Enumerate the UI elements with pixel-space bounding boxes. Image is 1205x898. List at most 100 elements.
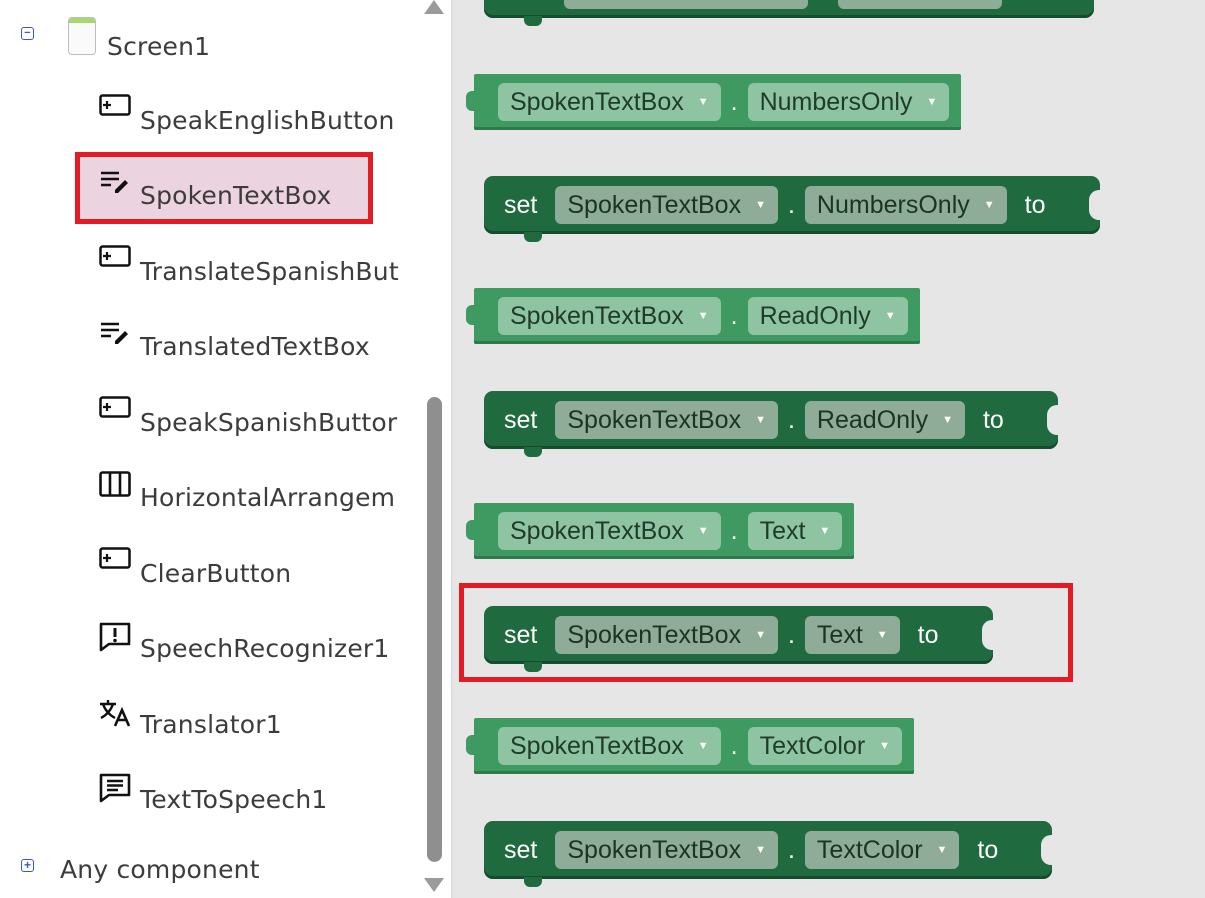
to-keyword: to [1024, 190, 1046, 219]
property-name: ReadOnly [759, 301, 871, 330]
getter-block-textcolor[interactable]: SpokenTextBox ▼ . TextColor ▼ [465, 718, 915, 774]
dot-separator: . [730, 87, 738, 116]
translator-icon [98, 698, 132, 728]
set-keyword: set [504, 190, 538, 219]
tree-item-clearbutton[interactable]: ClearButton [98, 547, 292, 589]
property-name: NumbersOnly [816, 190, 970, 219]
setter-block-numbersonly[interactable]: set SpokenTextBox ▼ . NumbersOnly ▼ to [484, 176, 1101, 242]
property-dropdown[interactable]: ReadOnly ▼ [747, 297, 908, 335]
button-icon [98, 94, 132, 124]
dot-separator: . [787, 405, 795, 434]
scrollbar-thumb[interactable] [427, 397, 442, 862]
component-name: SpokenTextBox [567, 190, 742, 219]
set-keyword: set [504, 835, 538, 864]
component-dropdown[interactable]: SpokenTextBox ▼ [498, 727, 721, 765]
component-dropdown[interactable]: SpokenTextBox ▼ [498, 512, 721, 550]
textbox-icon [98, 320, 132, 350]
tree-item-label: Screen1 [107, 32, 211, 61]
component-dropdown[interactable]: SpokenTextBox ▼ [498, 297, 721, 335]
tree-item-translatespanishbutton[interactable]: TranslateSpanishBut [98, 245, 399, 287]
screen-icon [68, 17, 96, 55]
tree-item-speakenglishbutton[interactable]: SpeakEnglishButton [98, 94, 395, 136]
component-dropdown[interactable]: SpokenTextBox ▼ [498, 83, 721, 121]
dropdown-caret-icon: ▼ [697, 740, 709, 752]
dot-separator: . [787, 835, 795, 864]
tree-item-translatedtextbox[interactable]: TranslatedTextBox [98, 322, 370, 362]
property-name: Text [759, 516, 806, 545]
component-name: SpokenTextBox [567, 835, 742, 864]
dropdown-caret-icon: ▼ [755, 199, 766, 211]
dropdown-caret-icon: ▼ [983, 199, 995, 211]
property-dropdown[interactable]: Text ▼ [747, 512, 843, 550]
set-keyword: set [504, 405, 538, 434]
partial-block-top[interactable] [484, 0, 1094, 26]
getter-block-readonly[interactable]: SpokenTextBox ▼ . ReadOnly ▼ [466, 288, 920, 344]
blocks-workspace[interactable]: SpokenTextBox ▼ . NumbersOnly ▼ set Spoken… [452, 0, 1205, 898]
dropdown-caret-icon: ▼ [942, 414, 953, 426]
button-icon [98, 245, 132, 275]
component-tree-panel: − Screen1 SpeakEnglishButton SpokenTextB… [0, 0, 452, 898]
tree-item-spokentextbox[interactable]: SpokenTextBox [98, 171, 332, 211]
tree-item-label: SpokenTextBox [140, 181, 332, 210]
property-name: TextColor [759, 731, 866, 760]
tree-item-label: TranslatedTextBox [140, 332, 370, 361]
dropdown-caret-icon: ▼ [819, 525, 831, 537]
property-dropdown[interactable]: TextColor ▼ [804, 831, 960, 869]
component-name: SpokenTextBox [510, 516, 684, 545]
partial-block-pill [838, 0, 1002, 9]
dropdown-caret-icon: ▼ [697, 310, 709, 322]
dot-separator: . [730, 516, 738, 545]
dropdown-caret-icon: ▼ [884, 310, 896, 322]
tree-item-label: TextToSpeech1 [140, 785, 328, 814]
input-socket [1046, 405, 1059, 435]
text-to-speech-icon [98, 773, 132, 803]
tree-item-texttospeech1[interactable]: TextToSpeech1 [98, 773, 328, 815]
tree-item-any-component[interactable]: Any component [60, 855, 260, 885]
property-name: TextColor [816, 835, 923, 864]
partial-block-pill [564, 0, 808, 9]
setter-block-readonly[interactable]: set SpokenTextBox ▼ . ReadOnly ▼ to [484, 391, 1059, 457]
dropdown-caret-icon: ▼ [936, 844, 948, 856]
dot-separator: . [730, 301, 738, 330]
scroll-up-arrow-icon[interactable] [424, 0, 444, 14]
block-highlight-box [459, 583, 1073, 682]
tree-item-horizontalarrangement[interactable]: HorizontalArrangem [98, 471, 396, 513]
tree-item-label: TranslateSpanishBut [140, 257, 399, 286]
component-name: SpokenTextBox [510, 731, 684, 760]
dropdown-caret-icon: ▼ [755, 844, 766, 856]
tree-item-screen1[interactable]: Screen1 [107, 32, 210, 62]
tree-item-label: HorizontalArrangem [140, 483, 396, 512]
collapse-screen1-toggle[interactable]: − [21, 27, 34, 40]
tree-item-translator1[interactable]: Translator1 [98, 700, 282, 740]
scroll-down-arrow-icon[interactable] [424, 878, 444, 892]
property-dropdown[interactable]: ReadOnly ▼ [804, 401, 965, 439]
dropdown-caret-icon: ▼ [926, 96, 938, 108]
dropdown-caret-icon: ▼ [755, 414, 766, 426]
tree-item-label: Translator1 [140, 710, 282, 739]
setter-block-textcolor[interactable]: set SpokenTextBox ▼ . TextColor ▼ to [484, 821, 1054, 887]
button-icon [98, 396, 132, 426]
to-keyword: to [977, 835, 999, 864]
property-dropdown[interactable]: NumbersOnly ▼ [804, 186, 1007, 224]
expand-any-component-toggle[interactable]: + [21, 859, 34, 872]
component-dropdown[interactable]: SpokenTextBox ▼ [555, 186, 778, 224]
dot-separator: . [730, 731, 738, 760]
dropdown-caret-icon: ▼ [697, 96, 709, 108]
component-name: SpokenTextBox [567, 405, 742, 434]
property-dropdown[interactable]: NumbersOnly ▼ [747, 83, 950, 121]
speech-recognizer-icon [98, 622, 132, 652]
tree-item-label: SpeakSpanishButtor [140, 408, 398, 437]
to-keyword: to [982, 405, 1004, 434]
getter-block-numbersonly[interactable]: SpokenTextBox ▼ . NumbersOnly ▼ [465, 74, 962, 130]
component-dropdown[interactable]: SpokenTextBox ▼ [555, 401, 778, 439]
tree-item-label: Any component [60, 855, 260, 884]
button-icon [98, 547, 132, 577]
property-dropdown[interactable]: TextColor ▼ [747, 727, 903, 765]
component-dropdown[interactable]: SpokenTextBox ▼ [555, 831, 778, 869]
tree-item-label: ClearButton [140, 559, 292, 588]
tree-item-speechrecognizer1[interactable]: SpeechRecognizer1 [98, 622, 390, 664]
tree-item-speakspanishbutton[interactable]: SpeakSpanishButtor [98, 396, 398, 438]
input-socket [1088, 190, 1101, 220]
dropdown-caret-icon: ▼ [697, 525, 709, 537]
getter-block-text[interactable]: SpokenTextBox ▼ . Text ▼ [465, 503, 855, 559]
